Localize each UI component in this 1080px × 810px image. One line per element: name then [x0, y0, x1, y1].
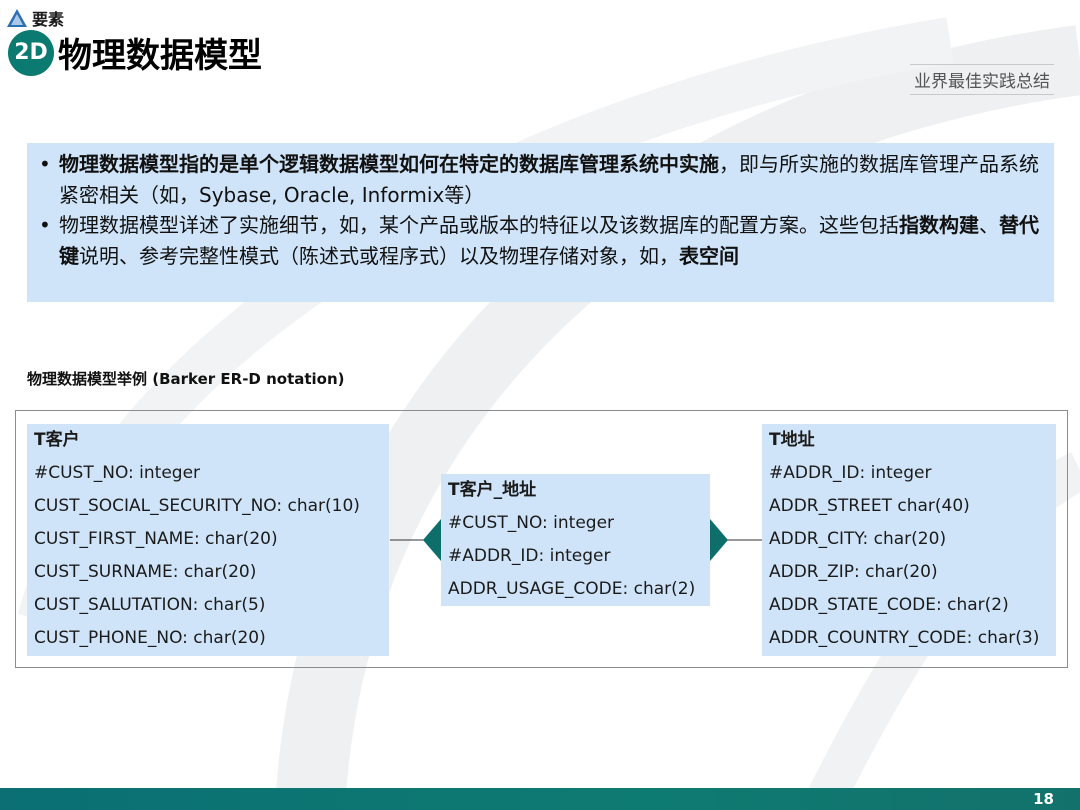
page-number: 18 — [1033, 790, 1054, 808]
entity-attribute: #ADDR_ID: integer — [769, 463, 932, 483]
entity-attribute: ADDR_ZIP: char(20) — [769, 562, 938, 582]
entity-customer-address-name: T客户_地址 — [448, 480, 537, 500]
entity-attribute: #ADDR_ID: integer — [448, 546, 611, 566]
entity-attribute: CUST_SURNAME: char(20) — [34, 562, 257, 582]
crows-foot-left-icon — [423, 519, 441, 561]
entity-customer-address: T客户_地址 #CUST_NO: integer #ADDR_ID: integ… — [441, 474, 710, 606]
entity-attribute: CUST_SOCIAL_SECURITY_NO: char(10) — [34, 496, 360, 516]
entity-customer-name: T客户 — [34, 430, 80, 450]
entity-attribute: ADDR_STATE_CODE: char(2) — [769, 595, 1009, 615]
entity-attribute: ADDR_STREET char(40) — [769, 496, 970, 516]
crows-foot-right-icon — [710, 519, 728, 561]
entity-attribute: ADDR_CITY: char(20) — [769, 529, 947, 549]
entity-attribute: #CUST_NO: integer — [34, 463, 201, 483]
entity-attribute: ADDR_USAGE_CODE: char(2) — [448, 579, 696, 599]
entity-attribute: ADDR_COUNTRY_CODE: char(3) — [769, 628, 1040, 648]
entity-attribute: CUST_FIRST_NAME: char(20) — [34, 529, 278, 549]
relationship-connectors — [390, 519, 762, 561]
entity-attribute: CUST_SALUTATION: char(5) — [34, 595, 266, 615]
entity-attribute: #CUST_NO: integer — [448, 513, 615, 533]
footer-bar: 18 — [0, 788, 1080, 810]
entity-address: T地址 #ADDR_ID: integer ADDR_STREET char(4… — [762, 424, 1056, 656]
entity-attribute: CUST_PHONE_NO: char(20) — [34, 628, 266, 648]
entity-address-name: T地址 — [769, 430, 815, 450]
entity-customer: T客户 #CUST_NO: integer CUST_SOCIAL_SECURI… — [27, 424, 389, 656]
